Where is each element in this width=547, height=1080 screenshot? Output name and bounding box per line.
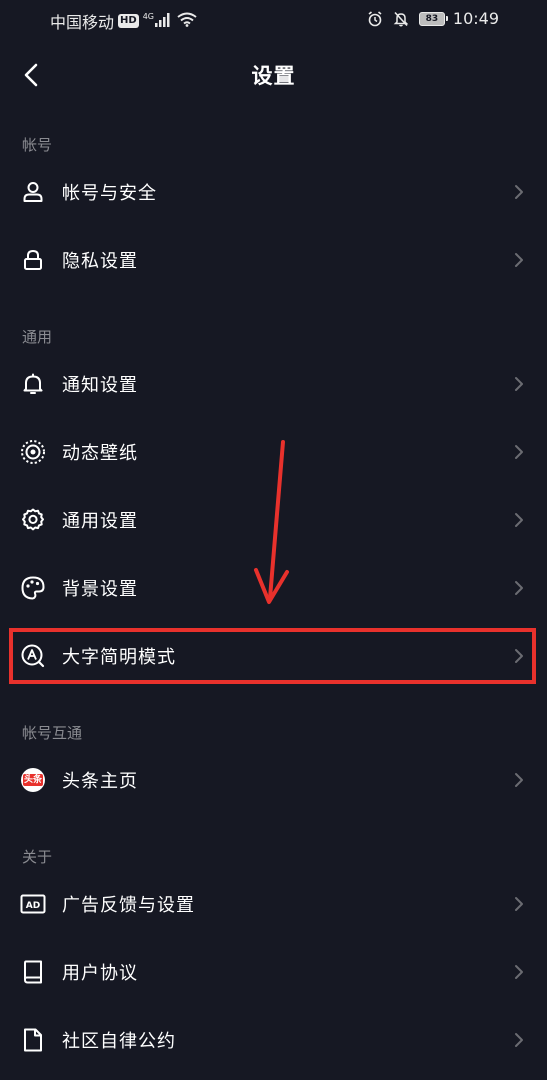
row-label: 头条主页 [62,771,138,792]
lock-icon [20,247,46,273]
row-label: 帐号与安全 [62,183,157,204]
row-user-agreement[interactable]: 用户协议 [0,942,547,1002]
carrier-label: 中国移动 [50,13,115,32]
row-large-text-mode[interactable]: 大字简明模式 [0,626,547,686]
chevron-right-icon [513,771,525,789]
battery-level: 83 [425,13,439,24]
chevron-right-icon [513,183,525,201]
row-label: 广告反馈与设置 [62,895,195,916]
gear-icon [20,507,46,533]
chevron-right-icon [513,1031,525,1049]
toutiao-icon: 头条 [20,767,46,793]
chevron-right-icon [513,511,525,529]
large-text-icon [20,643,46,669]
row-label: 用户协议 [62,963,138,984]
battery-icon: 83 [418,11,448,26]
status-right: 83 10:49 [367,9,499,28]
row-label: 隐私设置 [62,251,138,272]
chevron-right-icon [513,251,525,269]
chevron-right-icon [513,963,525,981]
document-icon [20,1027,46,1053]
ad-icon: AD [20,891,46,917]
section-label-linked-accounts: 帐号互通 [22,724,83,742]
row-community-guidelines[interactable]: 社区自律公约 [0,1010,547,1070]
header: 设置 [0,50,547,98]
row-label: 动态壁纸 [62,443,138,464]
mute-icon [393,11,409,26]
chevron-right-icon [513,647,525,665]
row-account-security[interactable]: 帐号与安全 [0,162,547,222]
chevron-right-icon [513,579,525,597]
status-bar: 中国移动 HD 4G 83 10:49 [0,0,547,40]
row-label: 通用设置 [62,511,138,532]
row-label: 通知设置 [62,375,138,396]
chevron-right-icon [513,895,525,913]
chevron-right-icon [513,375,525,393]
ad-icon-text: AD [26,901,40,911]
section-label-general: 通用 [22,328,53,346]
row-notification-settings[interactable]: 通知设置 [0,354,547,414]
clock: 10:49 [452,9,499,28]
row-privacy-settings[interactable]: 隐私设置 [0,230,547,290]
bell-icon [20,371,46,397]
palette-icon [20,575,46,601]
section-label-about: 关于 [22,848,53,866]
page-title: 设置 [251,64,296,88]
row-label: 社区自律公约 [62,1031,176,1052]
row-ad-feedback[interactable]: AD 广告反馈与设置 [0,874,547,934]
toutiao-badge: 头条 [21,768,45,792]
toutiao-badge-text: 头条 [22,774,43,786]
section-label-account: 帐号 [22,136,53,154]
network-label: 4G [142,11,154,21]
row-general-settings[interactable]: 通用设置 [0,490,547,550]
chevron-right-icon [513,443,525,461]
signal-icon [154,12,171,31]
status-left: 中国移动 HD 4G [50,9,197,33]
row-background-settings[interactable]: 背景设置 [0,558,547,618]
book-icon [20,959,46,985]
hd-badge: HD [118,14,139,28]
row-label: 背景设置 [62,579,138,600]
live-wallpaper-icon [20,439,46,465]
wifi-icon [177,12,197,31]
row-live-wallpaper[interactable]: 动态壁纸 [0,422,547,482]
row-label: 大字简明模式 [62,647,176,668]
row-toutiao-homepage[interactable]: 头条 头条主页 [0,750,547,810]
user-icon [20,179,46,205]
alarm-icon [368,10,382,26]
